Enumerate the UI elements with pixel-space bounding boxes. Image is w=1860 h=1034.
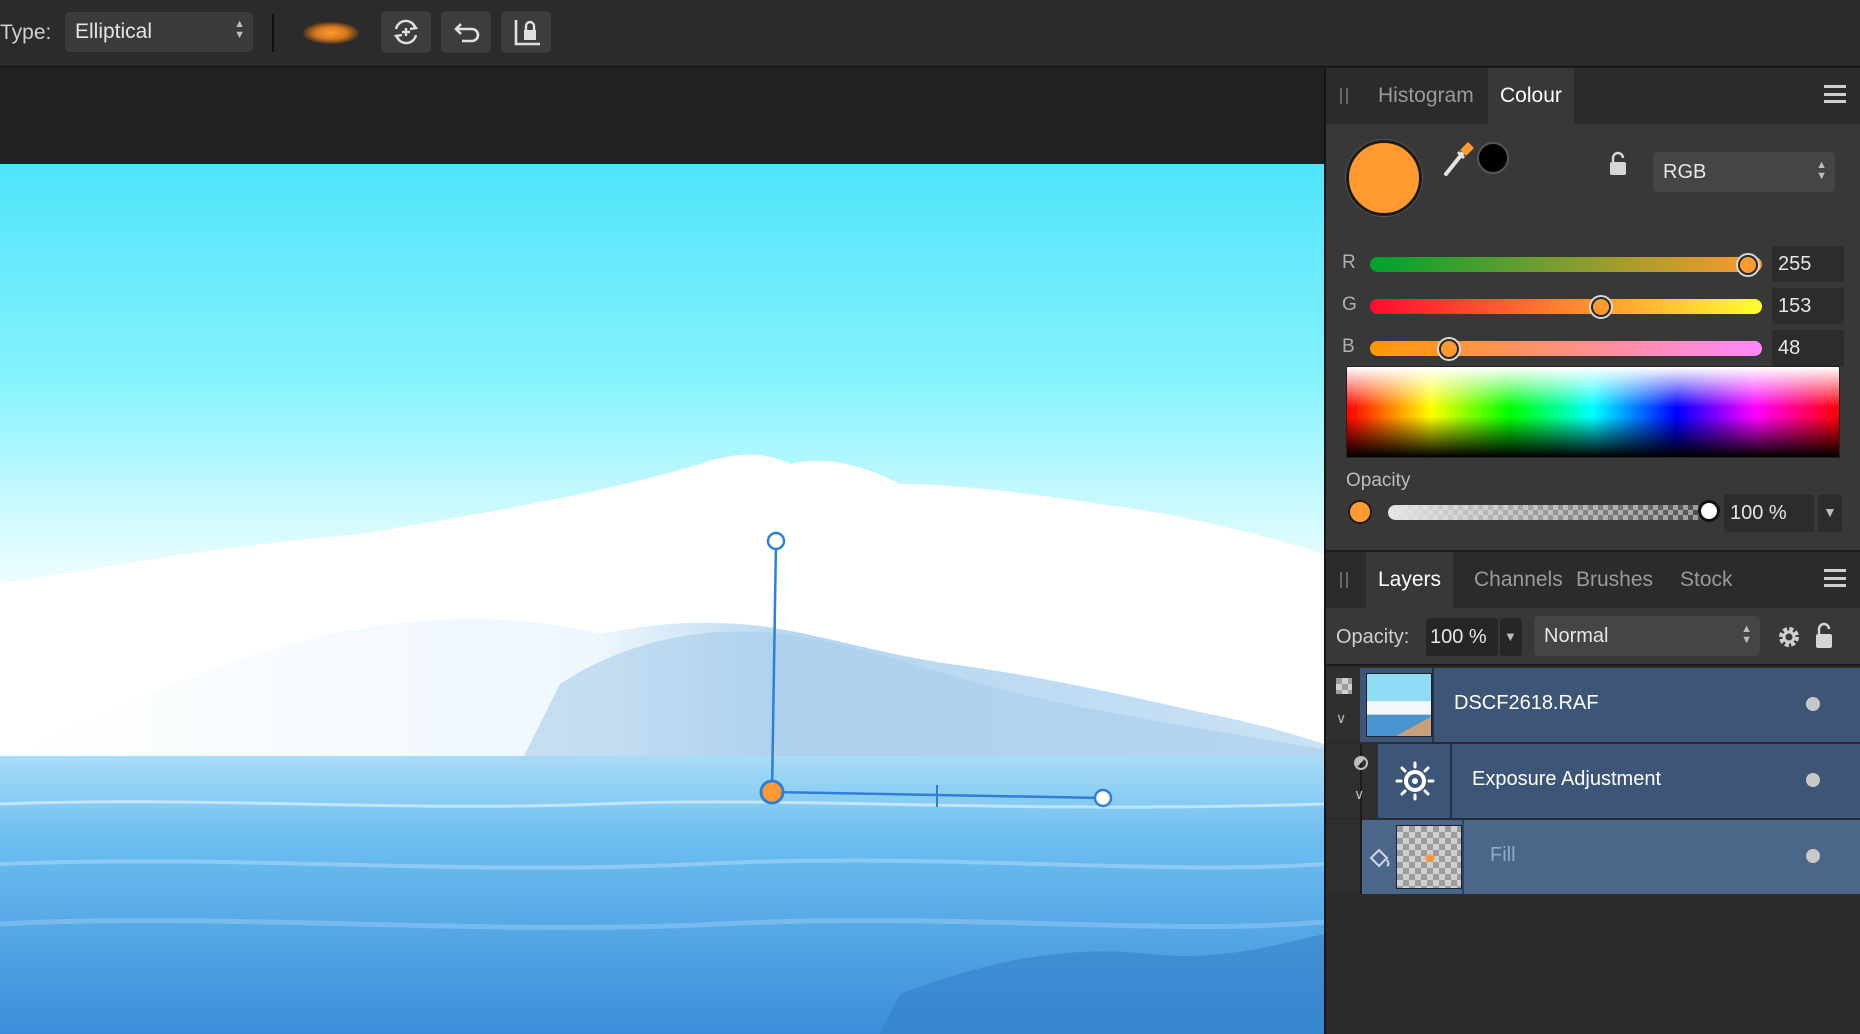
gradient-preview-icon[interactable] — [303, 22, 359, 44]
visibility-dot-icon[interactable] — [1806, 849, 1820, 863]
layer-row-exposure[interactable]: ∨ Exposure Adjustment — [1326, 744, 1860, 894]
slider-knob-g[interactable] — [1590, 297, 1611, 317]
reverse-gradient-icon — [393, 19, 419, 45]
layer-gutter — [1326, 744, 1378, 818]
gradient-center-handle[interactable] — [759, 779, 785, 805]
chevron-updown-icon: ▲ ▼ — [1741, 623, 1752, 646]
chevron-updown-icon: ▲ ▼ — [1816, 159, 1827, 182]
opacity-slider-knob[interactable] — [1698, 500, 1720, 522]
lock-icon[interactable] — [1814, 622, 1834, 650]
toolbar-divider — [272, 14, 274, 52]
studio-panels: Histogram Colour RGB ▲ ▼ R 255 G 153 B 4… — [1324, 68, 1860, 1034]
gradient-type-value: Elliptical — [75, 20, 153, 43]
tab-histogram[interactable]: Histogram — [1366, 68, 1486, 124]
chevron-updown-icon: ▲ ▼ — [234, 18, 245, 41]
channel-label-b: B — [1342, 336, 1355, 357]
gear-icon[interactable] — [1776, 624, 1802, 650]
transparency-lock-icon[interactable] — [1336, 678, 1352, 694]
lock-aspect-icon — [514, 20, 540, 46]
undo-button[interactable] — [441, 11, 491, 53]
lock-icon[interactable] — [1608, 151, 1628, 177]
layer-opacity-field[interactable]: 100 % — [1426, 618, 1498, 656]
sun-icon — [1395, 761, 1435, 801]
tab-channels[interactable]: Channels — [1462, 552, 1575, 608]
opacity-label: Opacity — [1346, 470, 1411, 491]
layer-name-raw: DSCF2618.RAF — [1454, 692, 1599, 714]
channel-label-r: R — [1342, 252, 1356, 273]
value-field-g[interactable]: 153 — [1772, 288, 1844, 324]
blend-mode-select[interactable]: Normal ▲ ▼ — [1534, 616, 1760, 656]
tab-brushes[interactable]: Brushes — [1564, 552, 1665, 608]
tab-layers[interactable]: Layers — [1366, 552, 1454, 608]
secondary-color-swatch[interactable] — [1477, 142, 1509, 174]
layer-name-exposure: Exposure Adjustment — [1472, 768, 1661, 790]
gradient-end-handle-vertical[interactable] — [766, 531, 786, 551]
lock-aspect-button[interactable] — [501, 11, 551, 53]
document-canvas[interactable] — [0, 68, 1324, 1034]
layer-divider — [1450, 744, 1452, 818]
colour-panel-tabbar: Histogram Colour — [1326, 68, 1860, 124]
gradient-handles — [759, 531, 1113, 808]
blend-ranges-icon[interactable] — [1354, 756, 1368, 770]
context-toolbar: Type: Elliptical ▲ ▼ — [0, 0, 1860, 67]
layer-opacity-label: Opacity: — [1336, 626, 1410, 648]
gradient-end-handle-horizontal[interactable] — [1093, 788, 1113, 808]
slider-g: G 153 — [1326, 286, 1860, 326]
color-model-select[interactable]: RGB ▲ ▼ — [1653, 152, 1835, 192]
opacity-value-field[interactable]: 100 % — [1724, 494, 1814, 532]
layer-opacity-chevron-icon[interactable]: ▼ — [1500, 618, 1522, 656]
color-model-value: RGB — [1663, 161, 1707, 183]
layer-thumbnail-raw — [1366, 673, 1432, 737]
blend-mode-value: Normal — [1544, 625, 1609, 647]
color-spectrum[interactable] — [1346, 366, 1840, 458]
tab-colour[interactable]: Colour — [1488, 68, 1574, 124]
color-picker-icon[interactable] — [1442, 138, 1478, 178]
slider-b: B 48 — [1326, 328, 1860, 368]
layer-name-fill: Fill — [1490, 844, 1516, 866]
layers-panel-tabbar: Layers Channels Brushes Stock — [1326, 550, 1860, 608]
visibility-dot-icon[interactable] — [1806, 697, 1820, 711]
expand-chevron-icon[interactable]: ∨ — [1354, 786, 1364, 803]
expand-chevron-icon[interactable]: ∨ — [1336, 710, 1346, 727]
gradient-type-select[interactable]: Elliptical ▲ ▼ — [65, 12, 253, 52]
panel-grip-icon[interactable] — [1340, 572, 1348, 588]
hamburger-menu-icon[interactable] — [1824, 85, 1846, 103]
slider-knob-b[interactable] — [1439, 339, 1460, 359]
hamburger-menu-icon[interactable] — [1824, 569, 1846, 587]
type-label: Type: — [0, 21, 52, 44]
slider-track-b[interactable] — [1370, 341, 1762, 356]
slider-knob-r[interactable] — [1738, 255, 1758, 275]
visibility-dot-icon[interactable] — [1806, 773, 1820, 787]
fill-bucket-icon — [1369, 848, 1390, 868]
channel-label-g: G — [1342, 294, 1357, 315]
opacity-color-dot — [1348, 500, 1372, 524]
layer-divider — [1462, 820, 1464, 894]
fill-preview-dot — [1425, 854, 1435, 862]
layer-row-raw[interactable]: ∨ DSCF2618.RAF — [1326, 668, 1860, 742]
value-field-r[interactable]: 255 — [1772, 246, 1844, 282]
panel-grip-icon[interactable] — [1340, 88, 1348, 104]
opacity-dropdown-chevron-icon[interactable]: ▼ — [1818, 494, 1842, 532]
undo-arrow-icon — [454, 23, 480, 43]
colour-panel: RGB ▲ ▼ R 255 G 153 B 48 Opacity — [1326, 124, 1860, 550]
value-field-b[interactable]: 48 — [1772, 330, 1844, 366]
layer-row-fill[interactable]: Fill — [1326, 820, 1860, 894]
reverse-gradient-button[interactable] — [381, 11, 431, 53]
layer-divider — [1432, 668, 1434, 742]
layer-thumbnail-fill — [1396, 825, 1462, 889]
opacity-slider-track[interactable] — [1388, 505, 1708, 520]
slider-track-r[interactable] — [1370, 257, 1762, 272]
layers-toolbar: Opacity: 100 % ▼ Normal ▲ ▼ — [1326, 608, 1860, 666]
primary-color-swatch[interactable] — [1346, 140, 1422, 216]
slider-track-g[interactable] — [1370, 299, 1762, 314]
tab-stock[interactable]: Stock — [1668, 552, 1745, 608]
layer-row-selected-bg — [1360, 668, 1860, 742]
slider-r: R 255 — [1326, 244, 1860, 284]
